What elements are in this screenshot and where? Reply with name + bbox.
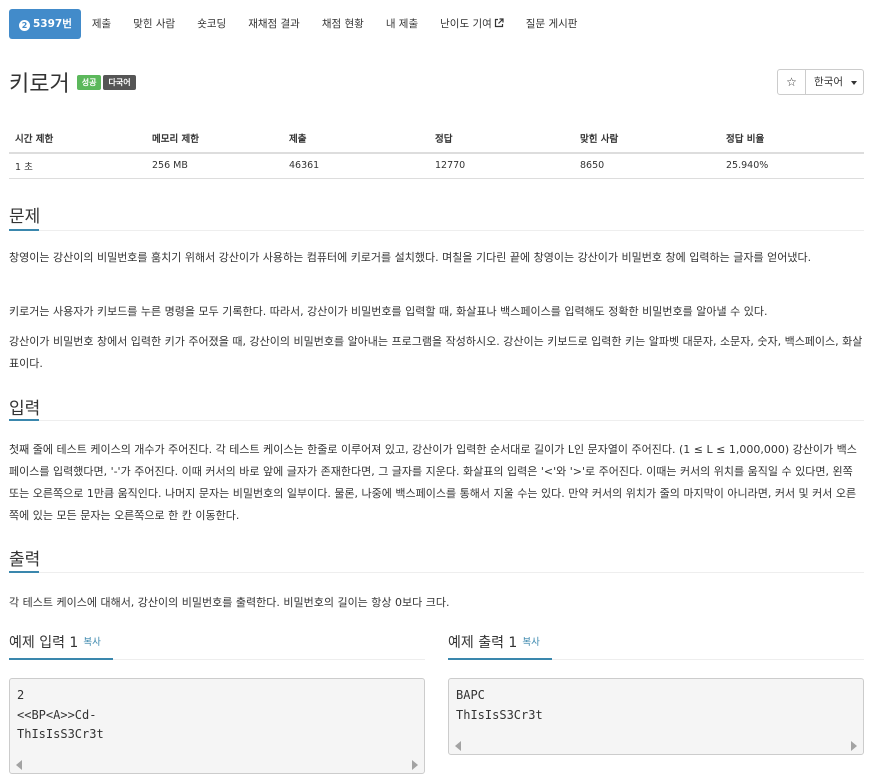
- sample-output-underline: [448, 658, 552, 660]
- sample-output-heading: 예제 출력 1 복사: [448, 632, 540, 652]
- tab-difficulty-label: 난이도 기여: [440, 18, 492, 30]
- star-icon[interactable]: ☆: [777, 69, 806, 95]
- output-description: 각 테스트 케이스에 대해서, 강산이의 비밀번호를 출력한다. 비밀번호의 길…: [9, 596, 450, 609]
- description-paragraph: 창영이는 강산이의 비밀번호를 훔치기 위해서 강산이가 사용하는 컴퓨터에 키…: [9, 251, 812, 264]
- output-divider: [9, 572, 864, 573]
- description-heading-underline: [9, 229, 39, 231]
- description-paragraph: 강산이가 비밀번호 창에서 입력한 키가 주어졌을 때, 강산이의 비밀번호를 …: [9, 335, 863, 370]
- value-solvers: 8650: [574, 153, 720, 179]
- caret-down-icon: [851, 81, 857, 85]
- tab-question-board[interactable]: 질문 게시판: [515, 9, 589, 39]
- description-heading: 문제: [9, 207, 41, 227]
- header-accepted-ratio: 정답 비율: [720, 124, 864, 154]
- input-description: 첫째 줄에 테스트 케이스의 개수가 주어진다. 각 테스트 케이스는 한줄로 …: [9, 443, 857, 522]
- multilang-label: 다국어: [103, 74, 136, 90]
- external-link-icon: [494, 18, 504, 28]
- problem-title-row: 키로거 성공 다국어: [9, 64, 136, 100]
- sample-input-content: 2 <<BP<A>>Cd- ThIsIsS3Cr3t: [17, 688, 104, 741]
- value-accepted: 12770: [429, 153, 574, 179]
- copy-input-button[interactable]: 복사: [83, 637, 100, 648]
- sample-input-title: 예제 입력 1: [9, 635, 79, 651]
- input-heading-underline: [9, 419, 39, 421]
- tab-my-submissions[interactable]: 내 제출: [375, 9, 429, 39]
- input-divider: [9, 420, 864, 421]
- info-header-row: 시간 제한 메모리 제한 제출 정답 맞힌 사람 정답 비율: [9, 124, 864, 154]
- sample-input-heading: 예제 입력 1 복사: [9, 632, 101, 652]
- sample-output-scrollbar[interactable]: [450, 738, 862, 753]
- info-value-row: 1 초 256 MB 46361 12770 8650 25.940%: [9, 153, 864, 179]
- output-heading-underline: [9, 571, 39, 573]
- success-label: 성공: [76, 74, 102, 90]
- value-memory-limit: 256 MB: [146, 153, 283, 179]
- problem-info-table: 시간 제한 메모리 제한 제출 정답 맞힌 사람 정답 비율 1 초 256 M…: [9, 124, 864, 179]
- problem-page: 2 5397번 제출 맞힌 사람 숏코딩 재채점 결과 채점 현황 내 제출 난이…: [0, 0, 886, 783]
- header-accepted: 정답: [429, 124, 574, 154]
- header-time-limit: 시간 제한: [9, 124, 146, 154]
- language-select[interactable]: 한국어: [805, 69, 864, 95]
- sample-input-scrollbar[interactable]: [11, 757, 423, 772]
- description-divider: [9, 230, 864, 231]
- tab-problem-number-label: 5397번: [33, 18, 72, 30]
- sample-input-underline: [9, 658, 113, 660]
- value-accepted-ratio: 25.940%: [720, 153, 864, 179]
- sample-output-content: BAPC ThIsIsS3Cr3t: [456, 688, 543, 722]
- problem-badge-icon: 2: [19, 20, 30, 31]
- tab-short-coding[interactable]: 숏코딩: [186, 9, 237, 39]
- tab-problem-number[interactable]: 2 5397번: [9, 9, 81, 39]
- problem-menu-tabs: 2 5397번 제출 맞힌 사람 숏코딩 재채점 결과 채점 현황 내 제출 난이…: [9, 9, 588, 39]
- tab-solvers[interactable]: 맞힌 사람: [122, 9, 186, 39]
- value-submissions: 46361: [283, 153, 429, 179]
- copy-output-button[interactable]: 복사: [522, 637, 539, 648]
- language-select-value: 한국어: [814, 76, 843, 88]
- tab-judge-status[interactable]: 채점 현황: [311, 9, 375, 39]
- input-heading: 입력: [9, 399, 41, 419]
- header-solvers: 맞힌 사람: [574, 124, 720, 154]
- scroll-right-icon[interactable]: [851, 741, 857, 751]
- tab-difficulty-contribution[interactable]: 난이도 기여: [429, 9, 515, 39]
- tab-submit[interactable]: 제출: [81, 9, 122, 39]
- problem-title: 키로거: [9, 72, 70, 97]
- scroll-left-icon[interactable]: [16, 760, 22, 770]
- scroll-left-icon[interactable]: [455, 741, 461, 751]
- output-heading: 출력: [9, 550, 41, 570]
- value-time-limit: 1 초: [9, 153, 146, 179]
- sample-input-box[interactable]: 2 <<BP<A>>Cd- ThIsIsS3Cr3t: [9, 678, 425, 774]
- scroll-right-icon[interactable]: [412, 760, 418, 770]
- header-memory-limit: 메모리 제한: [146, 124, 283, 154]
- description-paragraph: 키로거는 사용자가 키보드를 누른 명령을 모두 기록한다. 따라서, 강산이가…: [9, 305, 768, 318]
- header-submissions: 제출: [283, 124, 429, 154]
- sample-output-box[interactable]: BAPC ThIsIsS3Cr3t: [448, 678, 864, 755]
- tab-rejudge-results[interactable]: 재채점 결과: [237, 9, 311, 39]
- sample-output-title: 예제 출력 1: [448, 635, 518, 651]
